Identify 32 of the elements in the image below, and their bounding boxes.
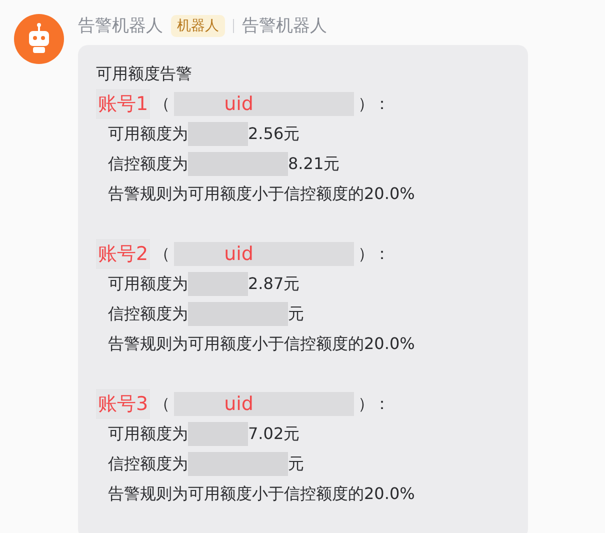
uid-label: uid bbox=[174, 392, 354, 416]
robot-avatar-icon bbox=[14, 14, 64, 64]
sender-name: 告警机器人 bbox=[78, 15, 163, 37]
amount-label: 可用额度为 bbox=[108, 273, 188, 295]
rule-text: 告警规则为可用额度小于信控额度的20.0% bbox=[108, 183, 415, 205]
bot-tag: 机器人 bbox=[171, 14, 225, 36]
account-label: 账号1 bbox=[96, 89, 150, 119]
amount-value: 2.87元 bbox=[248, 273, 300, 295]
amount-label: 信控额度为 bbox=[108, 153, 188, 175]
close-paren: ）： bbox=[357, 393, 392, 415]
amount-label: 信控额度为 bbox=[108, 453, 188, 475]
account-label: 账号3 bbox=[96, 389, 150, 419]
amount-value: 8.21元 bbox=[288, 153, 340, 175]
account-label: 账号2 bbox=[96, 239, 150, 269]
message-title: 可用额度告警 bbox=[96, 63, 192, 85]
amount-value: 元 bbox=[288, 303, 304, 325]
uid-label: uid bbox=[174, 92, 354, 116]
group-name: 告警机器人 bbox=[242, 15, 327, 37]
amount-value: 7.02元 bbox=[248, 423, 300, 445]
rule-text: 告警规则为可用额度小于信控额度的20.0% bbox=[108, 483, 415, 505]
open-paren: （ bbox=[153, 93, 172, 115]
rule-text: 告警规则为可用额度小于信控额度的20.0% bbox=[108, 333, 415, 355]
open-paren: （ bbox=[153, 243, 172, 265]
amount-label: 可用额度为 bbox=[108, 423, 188, 445]
amount-value: 元 bbox=[288, 453, 304, 475]
close-paren: ）： bbox=[357, 93, 392, 115]
close-paren: ）： bbox=[357, 243, 392, 265]
amount-label: 可用额度为 bbox=[108, 123, 188, 145]
open-paren: （ bbox=[153, 393, 172, 415]
amount-label: 信控额度为 bbox=[108, 303, 188, 325]
uid-label: uid bbox=[174, 242, 354, 266]
amount-value: 2.56元 bbox=[248, 123, 300, 145]
